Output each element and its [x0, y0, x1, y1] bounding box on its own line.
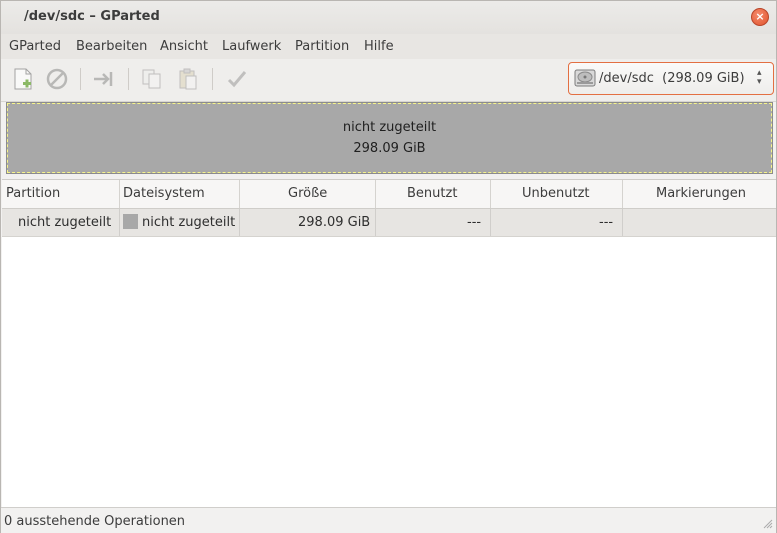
toolbar: /dev/sdc (298.09 GiB) ▴ ▾: [1, 59, 776, 102]
menu-gparted[interactable]: GParted: [9, 39, 61, 54]
disk-map-label: nicht zugeteilt: [342, 120, 437, 135]
device-label: /dev/sdc (298.09 GiB): [599, 71, 745, 86]
menu-hilfe[interactable]: Hilfe: [364, 39, 394, 54]
cell-partition: nicht zugeteilt: [18, 215, 112, 230]
device-size: (298.09 GiB): [662, 71, 745, 86]
resize-grip-icon[interactable]: [761, 517, 773, 529]
header-groesse[interactable]: Größe: [288, 186, 327, 201]
menu-ansicht[interactable]: Ansicht: [160, 39, 208, 54]
toolbar-separator: [212, 68, 213, 90]
close-button[interactable]: ×: [751, 8, 769, 26]
table-row[interactable]: nicht zugeteilt nicht zugeteilt 298.09 G…: [2, 209, 776, 237]
disk-map-size: 298.09 GiB: [353, 141, 426, 156]
gparted-window: /dev/sdc – GParted × GParted Bearbeiten …: [0, 0, 777, 533]
header-unbenutzt[interactable]: Unbenutzt: [522, 186, 590, 201]
header-markierungen[interactable]: Markierungen: [656, 186, 746, 201]
paste-icon[interactable]: [176, 67, 200, 91]
column-divider: [490, 180, 491, 208]
cell-used: ---: [467, 215, 482, 230]
menu-laufwerk[interactable]: Laufwerk: [222, 39, 281, 54]
cell-size: 298.09 GiB: [298, 215, 371, 230]
window-title: /dev/sdc – GParted: [24, 9, 160, 24]
pending-operations-status: 0 ausstehende Operationen: [4, 514, 186, 529]
delete-icon[interactable]: [45, 67, 69, 91]
device-path: /dev/sdc: [599, 71, 654, 86]
partition-table: Partition Dateisystem Größe Benutzt Unbe…: [2, 179, 776, 508]
header-dateisystem[interactable]: Dateisystem: [123, 186, 205, 201]
column-divider: [490, 209, 491, 236]
filesystem-color-swatch: [123, 214, 138, 229]
dropdown-arrows-icon: ▴ ▾: [757, 68, 762, 87]
resize-move-icon[interactable]: [92, 67, 116, 91]
column-divider: [622, 180, 623, 208]
title-bar[interactable]: /dev/sdc – GParted ×: [1, 1, 776, 34]
disk-map-unallocated[interactable]: nicht zugeteilt 298.09 GiB: [6, 102, 773, 174]
toolbar-separator: [80, 68, 81, 90]
copy-icon[interactable]: [140, 67, 164, 91]
table-header: Partition Dateisystem Größe Benutzt Unbe…: [2, 180, 776, 209]
column-divider: [622, 209, 623, 236]
new-partition-icon[interactable]: [11, 67, 35, 91]
header-benutzt[interactable]: Benutzt: [407, 186, 457, 201]
toolbar-separator: [128, 68, 129, 90]
menu-bar: GParted Bearbeiten Ansicht Laufwerk Part…: [1, 34, 776, 59]
column-divider: [375, 209, 376, 236]
apply-icon[interactable]: [225, 67, 249, 91]
column-divider: [119, 180, 120, 208]
menu-bearbeiten[interactable]: Bearbeiten: [76, 39, 147, 54]
cell-filesystem: nicht zugeteilt: [142, 215, 236, 230]
cell-unused: ---: [599, 215, 614, 230]
device-selector[interactable]: /dev/sdc (298.09 GiB) ▴ ▾: [568, 62, 774, 95]
menu-partition[interactable]: Partition: [295, 39, 349, 54]
status-bar: 0 ausstehende Operationen: [1, 507, 776, 533]
column-divider: [375, 180, 376, 208]
column-divider: [239, 180, 240, 208]
harddisk-icon: [574, 69, 596, 87]
header-partition[interactable]: Partition: [6, 186, 60, 201]
column-divider: [239, 209, 240, 236]
column-divider: [119, 209, 120, 236]
